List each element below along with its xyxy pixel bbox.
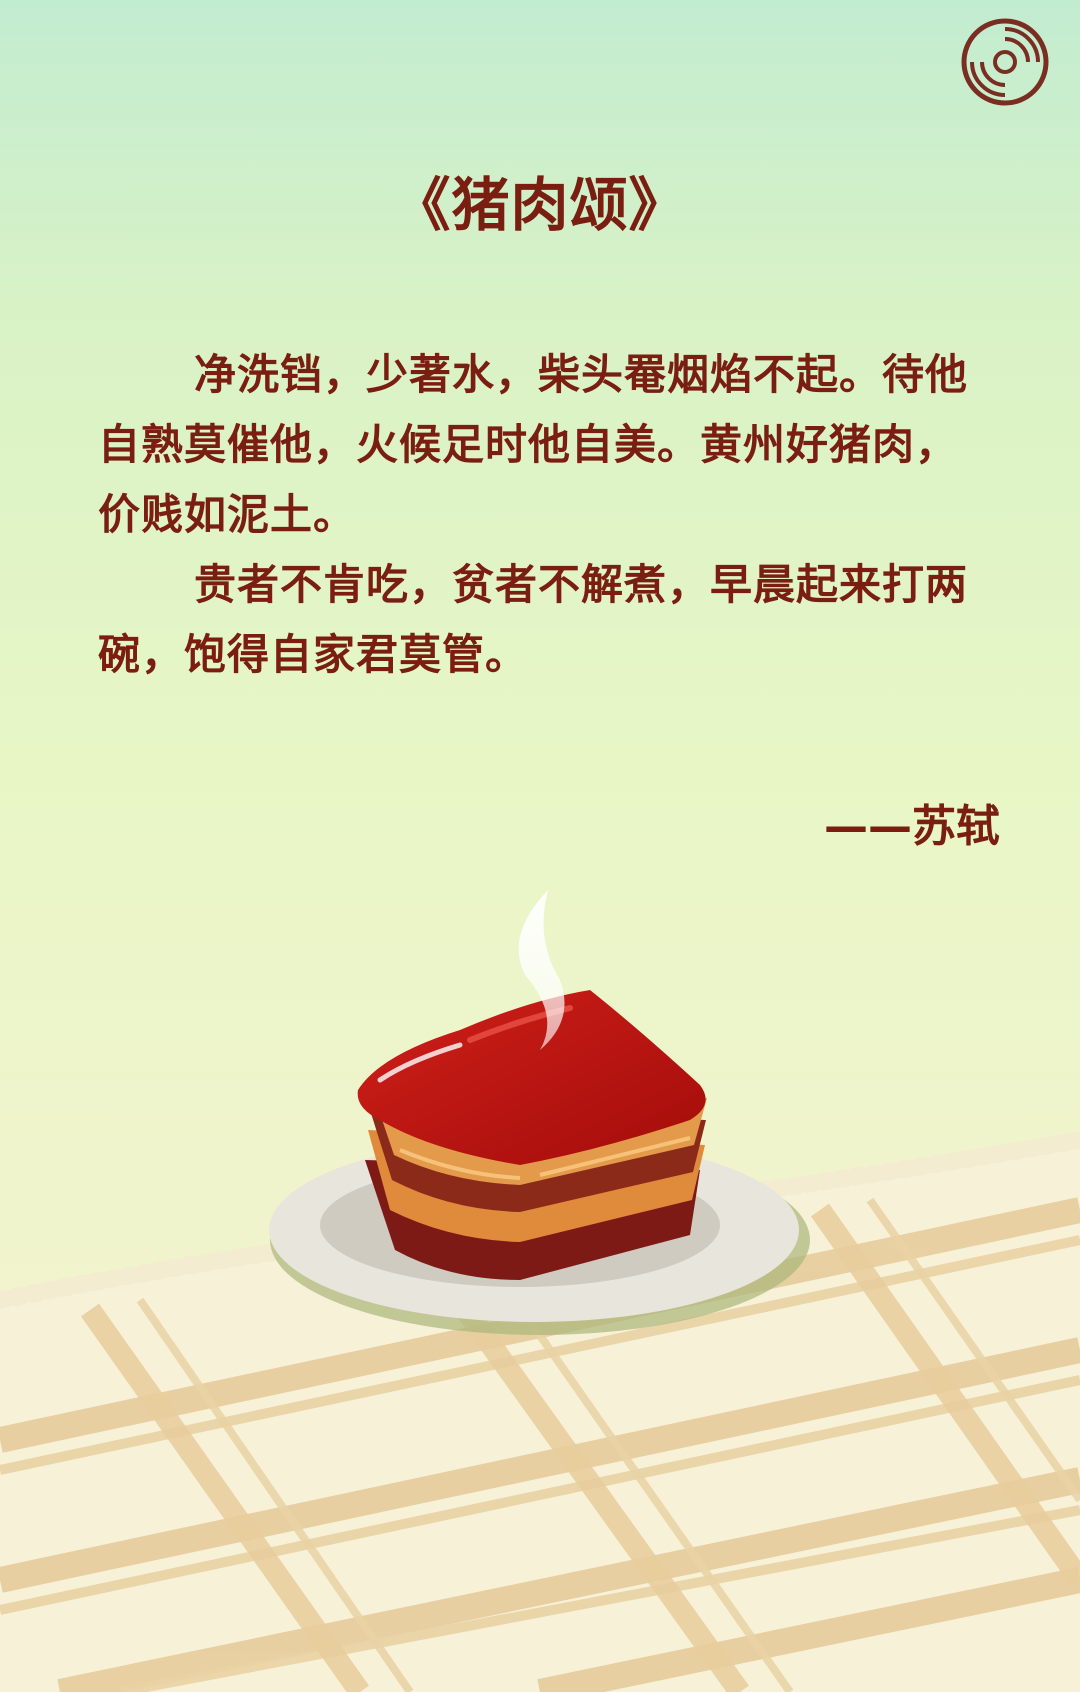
poem-title: 《猪肉颂》 [392,171,688,239]
poem-author: ——苏轼 [824,801,1000,852]
poem-paragraph-1: 净洗铛，少著水，柴头罨烟焰不起。待他自熟莫催他，火候足时他自美。黄州好猪肉，价贱… [98,350,969,539]
poem-body: 净洗铛，少著水，柴头罨烟焰不起。待他自熟莫催他，火候足时他自美。黄州好猪肉，价贱… [98,340,978,690]
braised-pork-illustration [0,880,1080,1692]
music-disc-icon [960,17,1050,107]
music-toggle-button[interactable] [960,17,1050,107]
poem-paragraph-2: 贵者不肯吃，贫者不解煮，早晨起来打两碗，饱得自家君莫管。 [98,560,969,679]
